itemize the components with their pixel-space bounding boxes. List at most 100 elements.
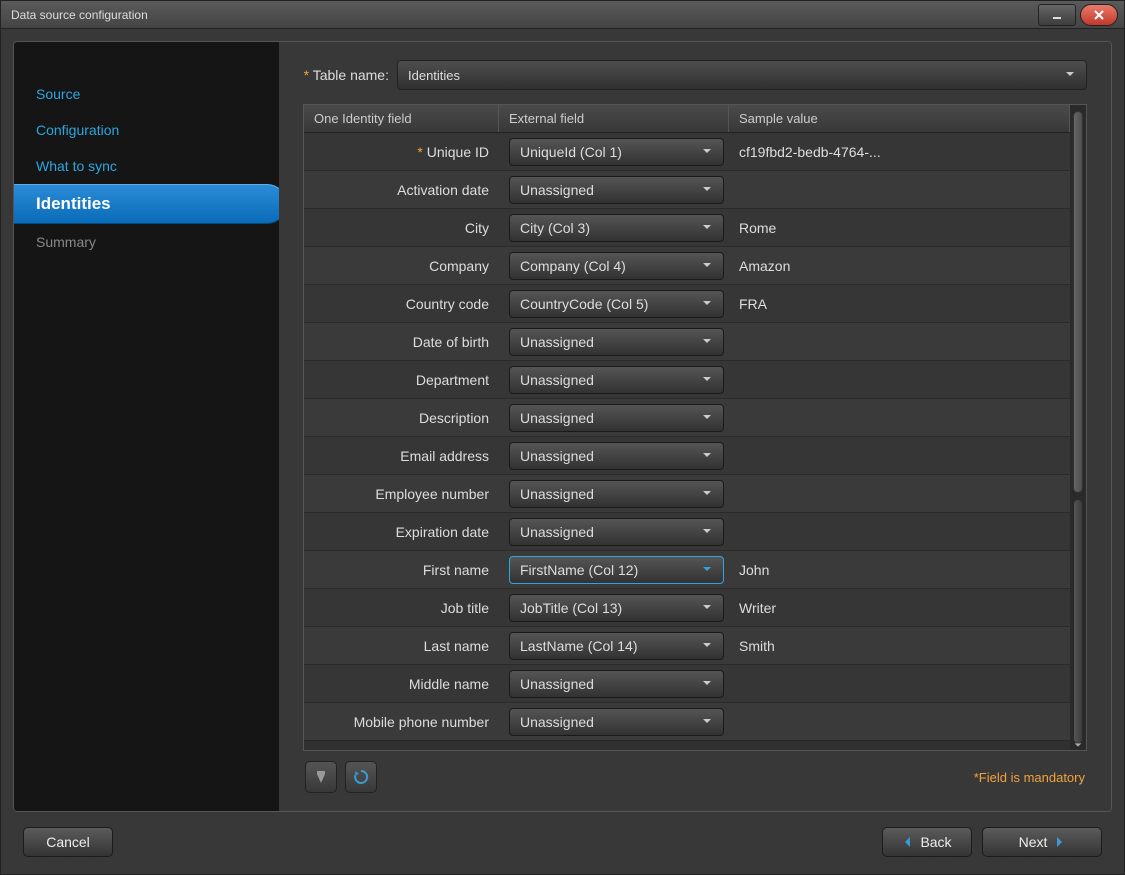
external-field-select[interactable]: JobTitle (Col 13) — [509, 594, 724, 622]
sample-value — [729, 452, 1070, 460]
external-field-select[interactable]: Unassigned — [509, 442, 724, 470]
asterisk-icon: * — [304, 67, 313, 83]
sample-value: Smith — [729, 634, 1070, 658]
field-label: Last name — [304, 634, 499, 658]
external-field-select[interactable]: Unassigned — [509, 518, 724, 546]
external-field-select[interactable]: LastName (Col 14) — [509, 632, 724, 660]
field-label: Activation date — [304, 178, 499, 202]
chevron-down-icon — [701, 296, 713, 312]
vertical-scrollbar[interactable] — [1070, 105, 1086, 750]
refresh-button[interactable] — [345, 761, 377, 793]
field-label: Description — [304, 406, 499, 430]
sample-value — [729, 338, 1070, 346]
table-row: City City (Col 3)Rome — [304, 209, 1070, 247]
cancel-button[interactable]: Cancel — [23, 827, 113, 857]
external-field-select[interactable]: Unassigned — [509, 404, 724, 432]
content: * Table name: Identities One Identity fi… — [279, 42, 1111, 811]
field-label: Company — [304, 254, 499, 278]
header-one-identity-field[interactable]: One Identity field — [304, 105, 499, 132]
chevron-down-icon — [701, 448, 713, 464]
clear-mapping-button[interactable] — [305, 761, 337, 793]
table-row: Date of birthUnassigned — [304, 323, 1070, 361]
header-sample-value[interactable]: Sample value — [729, 105, 1070, 132]
external-field-select[interactable]: Unassigned — [509, 328, 724, 356]
sample-value: FRA — [729, 292, 1070, 316]
table-row: Employee number Unassigned — [304, 475, 1070, 513]
sample-value — [729, 490, 1070, 498]
field-label: City — [304, 216, 499, 240]
sidebar: Source Configuration What to sync Identi… — [14, 42, 279, 811]
table-name-row: * Table name: Identities — [303, 60, 1087, 90]
field-label: Department — [304, 368, 499, 392]
sidebar-item-what-to-sync[interactable]: What to sync — [14, 148, 279, 184]
table-row: Mobile phone number Unassigned — [304, 703, 1070, 741]
external-field-select[interactable]: Company (Col 4) — [509, 252, 724, 280]
sidebar-item-summary[interactable]: Summary — [14, 224, 279, 260]
external-field-select[interactable]: FirstName (Col 12) — [509, 556, 724, 584]
sample-value — [729, 414, 1070, 422]
table-row: Company Company (Col 4)Amazon — [304, 247, 1070, 285]
main-panel: Source Configuration What to sync Identi… — [13, 41, 1112, 812]
sidebar-item-configuration[interactable]: Configuration — [14, 112, 279, 148]
sidebar-item-source[interactable]: Source — [14, 76, 279, 112]
field-label: Expiration date — [304, 520, 499, 544]
table-scroll: One Identity field External field Sample… — [304, 105, 1070, 750]
chevron-down-icon — [701, 334, 713, 350]
sample-value — [729, 680, 1070, 688]
minimize-button[interactable] — [1038, 4, 1076, 26]
scrollbar-thumb[interactable] — [1073, 111, 1083, 493]
close-button[interactable] — [1080, 4, 1118, 26]
external-field-select[interactable]: Unassigned — [509, 480, 724, 508]
table-name-select[interactable]: Identities — [397, 60, 1087, 90]
chevron-down-icon — [701, 486, 713, 502]
field-label: Mobile phone number — [304, 710, 499, 734]
table-row: Email address Unassigned — [304, 437, 1070, 475]
field-label: Country code — [304, 292, 499, 316]
sample-value — [729, 186, 1070, 194]
table-row: Description Unassigned — [304, 399, 1070, 437]
external-field-select[interactable]: CountryCode (Col 5) — [509, 290, 724, 318]
field-label: First name — [304, 558, 499, 582]
chevron-down-icon — [701, 524, 713, 540]
next-button[interactable]: Next — [982, 827, 1102, 857]
external-field-select[interactable]: City (Col 3) — [509, 214, 724, 242]
table-row: Last name LastName (Col 14)Smith — [304, 627, 1070, 665]
chevron-down-icon — [1064, 68, 1076, 83]
field-label: * Unique ID — [304, 140, 499, 164]
table-row: Department Unassigned — [304, 361, 1070, 399]
titlebar: Data source configuration — [1, 1, 1124, 29]
sample-value: cf19fbd2-bedb-4764-... — [729, 140, 1070, 164]
chevron-down-icon — [701, 220, 713, 236]
mapping-table: One Identity field External field Sample… — [303, 104, 1087, 751]
table-row: Expiration date Unassigned — [304, 513, 1070, 551]
back-button[interactable]: Back — [882, 827, 972, 857]
sample-value: Rome — [729, 216, 1070, 240]
asterisk-icon: * — [417, 144, 426, 160]
sample-value: Amazon — [729, 254, 1070, 278]
table-name-value: Identities — [408, 68, 460, 83]
sidebar-item-identities[interactable]: Identities — [14, 184, 287, 224]
external-field-select[interactable]: UniqueId (Col 1) — [509, 138, 724, 166]
chevron-down-icon — [701, 638, 713, 654]
external-field-select[interactable]: Unassigned — [509, 708, 724, 736]
sample-value — [729, 376, 1070, 384]
table-toolbar: *Field is mandatory — [303, 751, 1087, 797]
chevron-down-icon — [701, 182, 713, 198]
chevron-down-icon — [701, 410, 713, 426]
header-external-field[interactable]: External field — [499, 105, 729, 132]
table-row: Middle name Unassigned — [304, 665, 1070, 703]
window-title: Data source configuration — [11, 8, 148, 22]
external-field-select[interactable]: Unassigned — [509, 670, 724, 698]
external-field-select[interactable]: Unassigned — [509, 176, 724, 204]
chevron-down-icon — [701, 372, 713, 388]
field-label: Email address — [304, 444, 499, 468]
scrollbar-track-lower[interactable] — [1073, 499, 1083, 744]
table-header: One Identity field External field Sample… — [304, 105, 1070, 133]
chevron-down-icon — [701, 144, 713, 160]
table-row: Job titleJobTitle (Col 13)Writer — [304, 589, 1070, 627]
external-field-select[interactable]: Unassigned — [509, 366, 724, 394]
field-label: Middle name — [304, 672, 499, 696]
scrollbar-down-arrow[interactable] — [1073, 738, 1083, 751]
field-label: Employee number — [304, 482, 499, 506]
chevron-down-icon — [701, 714, 713, 730]
